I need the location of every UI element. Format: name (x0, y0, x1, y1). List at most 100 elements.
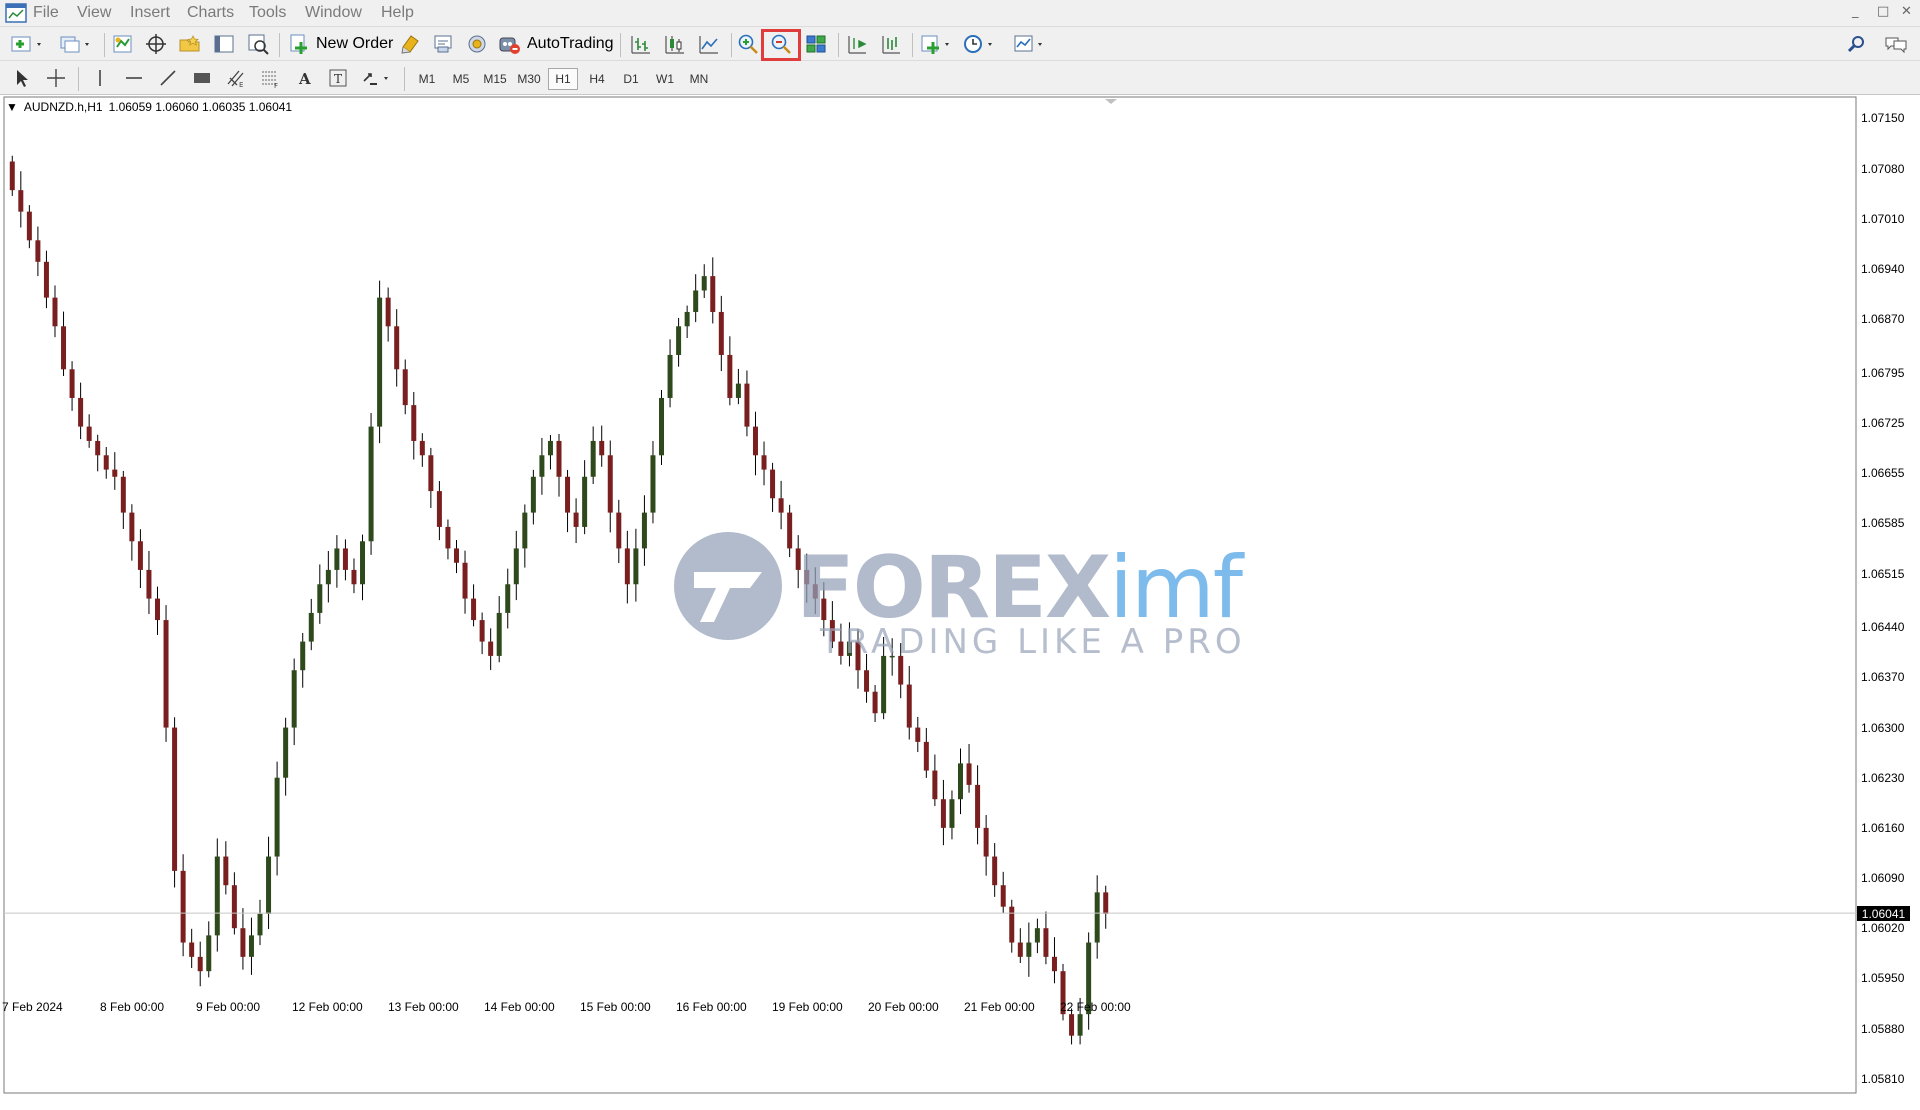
candle-body (291, 670, 297, 728)
text-tool-button[interactable]: A (290, 65, 318, 91)
autotrading-button[interactable]: AutoTrading (497, 31, 614, 57)
cursor-arrow-icon (17, 70, 28, 87)
separator (104, 33, 105, 57)
time-tick-label: 14 Feb 00:00 (484, 1000, 555, 1014)
candle-body (505, 584, 511, 613)
arrows-button[interactable] (358, 65, 398, 91)
zoom-in-button[interactable] (734, 31, 762, 57)
autotrading-icon (499, 37, 520, 54)
menu-window[interactable]: Window (305, 4, 362, 22)
price-tick-label: 1.05880 (1861, 1021, 1905, 1036)
chart-window[interactable]: ▼ AUDNZD.h,H1 1.06059 1.06060 1.06035 1.… (0, 95, 1920, 1110)
chat-button[interactable] (1882, 31, 1910, 57)
minimize-button[interactable]: _ (1852, 4, 1859, 19)
equidistant-channel-button[interactable]: E (222, 65, 250, 91)
candle-body (206, 935, 212, 972)
data-window-button[interactable] (142, 31, 170, 57)
crosshair-icon (47, 69, 65, 87)
bar-chart-button[interactable] (627, 31, 655, 57)
candle-body (992, 856, 998, 886)
menu-tools[interactable]: Tools (249, 4, 286, 22)
market-button[interactable] (463, 31, 491, 57)
search-button[interactable] (1843, 31, 1871, 57)
candle-body (69, 369, 75, 398)
menu-insert[interactable]: Insert (130, 4, 170, 22)
text-label-button[interactable]: T (324, 65, 352, 91)
time-tick-label: 8 Feb 00:00 (100, 1000, 165, 1014)
chat-icon (1885, 37, 1907, 54)
chart-shift-button[interactable] (877, 31, 905, 57)
market-watch-button[interactable] (109, 31, 137, 57)
fibonacci-button[interactable]: F (256, 65, 284, 91)
timeframe-h4[interactable]: H4 (582, 68, 612, 90)
candle-body (300, 641, 306, 671)
candle-body (137, 541, 143, 570)
candle-body (248, 935, 254, 957)
trendline-button[interactable] (154, 65, 182, 91)
navigator-folder-icon (179, 35, 200, 52)
collapse-arrow-icon[interactable]: ▼ (6, 100, 18, 114)
candle-body (479, 620, 485, 642)
auto-scroll-button[interactable] (843, 31, 871, 57)
text-icon: A (298, 70, 311, 88)
timeframe-w1[interactable]: W1 (650, 68, 680, 90)
menu-help[interactable]: Help (381, 4, 414, 22)
candle-body (394, 326, 400, 370)
new-order-button[interactable]: New Order (288, 31, 393, 57)
candle-body (35, 240, 41, 262)
navigator-button[interactable] (176, 31, 204, 57)
close-button[interactable]: ✕ (1901, 4, 1912, 19)
watermark-tagline: TRADING LIKE A PRO (820, 622, 1246, 662)
line-chart-button[interactable] (695, 31, 723, 57)
rectangle-button[interactable] (188, 65, 216, 91)
auto-scroll-icon (848, 36, 867, 54)
candle-body (342, 548, 348, 570)
svg-text:E: E (239, 81, 243, 89)
terminal-button[interactable] (210, 31, 238, 57)
new-chart-button[interactable] (8, 31, 48, 57)
profiles-button[interactable] (56, 31, 96, 57)
horizontal-line-button[interactable] (120, 65, 148, 91)
separator (838, 33, 839, 57)
restore-button[interactable]: □ (1877, 4, 1889, 19)
crosshair-tool-button[interactable] (42, 65, 70, 91)
timeframe-m30[interactable]: M30 (514, 68, 544, 90)
vertical-line-button[interactable] (86, 65, 114, 91)
candle-body (86, 426, 92, 441)
candle-body (778, 498, 784, 513)
strategy-tester-button[interactable] (244, 31, 272, 57)
candlestick-chart-button[interactable] (661, 31, 689, 57)
candle-body (573, 512, 579, 527)
candle-body (197, 956, 203, 972)
menu-file[interactable]: File (33, 4, 59, 22)
cursor-tool-button[interactable] (8, 65, 36, 91)
timeframe-m1[interactable]: M1 (412, 68, 442, 90)
candle-body (1077, 1014, 1083, 1036)
timeframe-d1[interactable]: D1 (616, 68, 646, 90)
candle-body (530, 476, 536, 513)
search-icon (1847, 36, 1864, 53)
menu-view[interactable]: View (77, 4, 111, 22)
new-chart-icon (11, 36, 41, 52)
price-tick-label: 1.05810 (1861, 1071, 1905, 1086)
candle-body (377, 297, 383, 427)
signals-button[interactable] (429, 31, 457, 57)
strategy-tester-icon (248, 34, 269, 55)
timeframe-m5[interactable]: M5 (446, 68, 476, 90)
timeframe-mn[interactable]: MN (684, 68, 714, 90)
menu-charts[interactable]: Charts (187, 4, 234, 22)
candle-body (761, 455, 767, 470)
fibonacci-icon: F (262, 71, 278, 89)
timeframe-h1[interactable]: H1 (548, 68, 578, 90)
templates-button[interactable] (1011, 31, 1051, 57)
candle-body (684, 311, 690, 327)
price-tick-label: 1.06020 (1861, 921, 1905, 936)
indicators-button[interactable] (918, 31, 958, 57)
periods-button[interactable] (961, 31, 1001, 57)
timeframe-m15[interactable]: M15 (480, 68, 510, 90)
metaeditor-button[interactable] (396, 31, 424, 57)
candle-body (607, 455, 613, 513)
tile-windows-button[interactable] (802, 31, 830, 57)
price-tick-label: 1.07080 (1861, 161, 1905, 176)
candle-body (1017, 942, 1023, 957)
